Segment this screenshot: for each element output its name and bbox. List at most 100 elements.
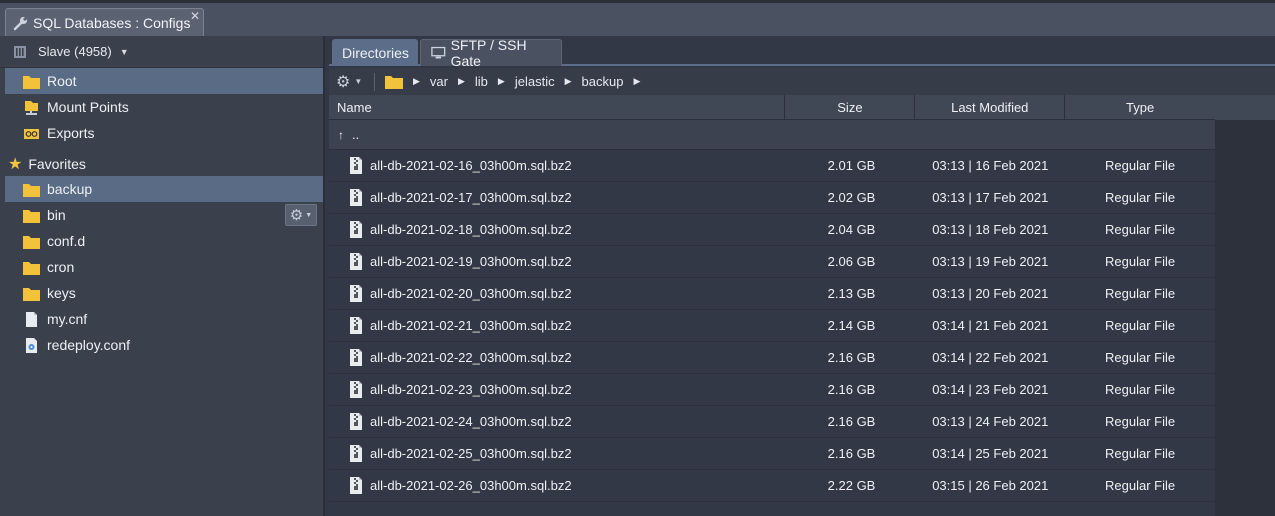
file-type: Regular File — [1105, 222, 1176, 237]
tree-item-mount-points[interactable]: Mount Points — [5, 94, 323, 120]
breadcrumb-separator-icon: ▶ — [633, 76, 641, 86]
window-tab-sql-configs[interactable]: SQL Databases : Configs ✕ — [5, 8, 204, 36]
chevron-down-icon: ▼ — [119, 46, 129, 57]
monitor-icon — [431, 46, 446, 59]
folder-icon — [23, 183, 40, 197]
breadcrumb-separator-icon: ▶ — [457, 76, 465, 86]
column-header-type[interactable]: Type — [1065, 95, 1215, 120]
column-header-size[interactable]: Size — [785, 95, 916, 120]
file-size: 2.16 GB — [827, 350, 876, 365]
tab-directories[interactable]: Directories — [332, 39, 418, 66]
file-type: Regular File — [1105, 318, 1176, 333]
actions-menu-button[interactable]: ⚙ ▼ — [336, 72, 370, 92]
tree-item-exports[interactable]: Exports — [5, 120, 323, 146]
file-size: 2.04 GB — [827, 222, 876, 237]
file-name: all-db-2021-02-22_03h00m.sql.bz2 — [370, 350, 572, 365]
favorite-item-keys[interactable]: keys — [5, 280, 323, 306]
tree-item-label: Root — [47, 73, 77, 89]
folder-icon — [23, 261, 40, 275]
file-row[interactable]: all-db-2021-02-19_03h00m.sql.bz2 2.06 GB 0… — [329, 246, 1215, 278]
favorite-item-redeploy-conf[interactable]: redeploy.conf — [5, 332, 323, 358]
favorite-item-bin[interactable]: bin ⚙ ▼ — [5, 202, 323, 228]
file-name-cell: all-db-2021-02-26_03h00m.sql.bz2 — [329, 477, 785, 494]
favorite-item-label: keys — [47, 285, 76, 301]
file-type: Regular File — [1105, 414, 1176, 429]
chevron-down-icon: ▼ — [305, 211, 313, 219]
tab-sftp-label: SFTP / SSH Gate — [450, 37, 527, 69]
file-type: Regular File — [1105, 286, 1176, 301]
wrench-icon — [13, 16, 28, 30]
file-row[interactable]: all-db-2021-02-20_03h00m.sql.bz2 2.13 GB 0… — [329, 278, 1215, 310]
breadcrumb-lib[interactable]: lib — [475, 74, 488, 89]
file-row[interactable]: all-db-2021-02-25_03h00m.sql.bz2 2.16 GB 0… — [329, 438, 1215, 470]
favorite-item-backup[interactable]: backup — [5, 176, 323, 202]
file-modified: 03:13 | 19 Feb 2021 — [932, 254, 1049, 269]
file-name-cell: all-db-2021-02-22_03h00m.sql.bz2 — [329, 349, 785, 366]
file-size: 2.06 GB — [827, 254, 876, 269]
breadcrumb-separator-icon: ▶ — [413, 76, 420, 86]
folder-icon[interactable] — [385, 74, 403, 89]
favorite-item-label: cron — [47, 259, 75, 275]
file-size: 2.16 GB — [827, 382, 876, 397]
favorite-item-cron[interactable]: cron — [5, 254, 323, 280]
archive-file-icon — [349, 381, 370, 398]
file-modified: 03:14 | 25 Feb 2021 — [932, 446, 1049, 461]
favorite-item-label: my.cnf — [47, 311, 88, 327]
file-grid-header: Name Size Last Modified Type — [329, 95, 1215, 120]
node-selector[interactable]: Slave (4958) ▼ — [0, 36, 323, 68]
tree-item-root[interactable]: Root — [5, 68, 323, 94]
config-file-icon — [26, 337, 37, 353]
breadcrumb-var[interactable]: var — [430, 74, 448, 89]
file-row[interactable]: all-db-2021-02-21_03h00m.sql.bz2 2.14 GB 0… — [329, 310, 1215, 342]
file-row[interactable]: all-db-2021-02-26_03h00m.sql.bz2 2.22 GB 0… — [329, 470, 1215, 502]
favorite-item-label: backup — [47, 181, 93, 197]
breadcrumb-backup[interactable]: backup — [582, 74, 624, 89]
file-modified: 03:15 | 26 Feb 2021 — [932, 478, 1049, 493]
tab-sftp-ssh-gate[interactable]: SFTP / SSH Gate — [420, 37, 562, 69]
archive-file-icon — [349, 445, 370, 462]
favorite-item-conf-d[interactable]: conf.d — [5, 228, 323, 254]
file-type: Regular File — [1105, 446, 1176, 461]
path-toolbar: ⚙ ▼ ▶ var ▶ lib ▶ jelastic ▶ backup ▶ — [329, 68, 1275, 95]
window-tab-title: SQL Databases : Configs — [33, 14, 191, 31]
file-size: 2.14 GB — [827, 318, 876, 333]
file-name-cell: all-db-2021-02-16_03h00m.sql.bz2 — [329, 157, 785, 174]
file-name: all-db-2021-02-16_03h00m.sql.bz2 — [370, 158, 572, 173]
left-panel: Slave (4958) ▼ Root Mount Points Exports… — [0, 36, 325, 516]
archive-file-icon — [349, 253, 370, 270]
favorite-item-my-cnf[interactable]: my.cnf — [5, 306, 323, 332]
file-name: all-db-2021-02-24_03h00m.sql.bz2 — [370, 414, 572, 429]
column-header-modified[interactable]: Last Modified — [915, 95, 1066, 120]
file-name: all-db-2021-02-25_03h00m.sql.bz2 — [370, 446, 572, 461]
file-type: Regular File — [1105, 158, 1176, 173]
item-actions-button[interactable]: ⚙ ▼ — [285, 204, 317, 226]
file-size: 2.01 GB — [827, 158, 876, 173]
breadcrumb: ▶ var ▶ lib ▶ jelastic ▶ backup ▶ — [385, 74, 650, 89]
archive-file-icon — [349, 413, 370, 430]
file-row[interactable]: all-db-2021-02-24_03h00m.sql.bz2 2.16 GB 0… — [329, 406, 1215, 438]
file-modified: 03:14 | 21 Feb 2021 — [932, 318, 1049, 333]
file-type: Regular File — [1105, 478, 1176, 493]
archive-file-icon — [349, 157, 370, 174]
file-size: 2.13 GB — [827, 286, 876, 301]
file-name: all-db-2021-02-23_03h00m.sql.bz2 — [370, 382, 572, 397]
file-row[interactable]: all-db-2021-02-23_03h00m.sql.bz2 2.16 GB 0… — [329, 374, 1215, 406]
file-row[interactable]: all-db-2021-02-22_03h00m.sql.bz2 2.16 GB 0… — [329, 342, 1215, 374]
archive-file-icon — [349, 477, 370, 494]
chevron-down-icon: ▼ — [354, 77, 363, 86]
archive-file-icon — [349, 221, 370, 238]
favorite-item-label: conf.d — [47, 233, 86, 249]
breadcrumb-jelastic[interactable]: jelastic — [515, 74, 555, 89]
archive-file-icon — [349, 285, 370, 302]
folder-icon — [23, 287, 40, 301]
file-name-cell: all-db-2021-02-19_03h00m.sql.bz2 — [329, 253, 785, 270]
star-icon: ★ — [8, 156, 23, 173]
file-row[interactable]: all-db-2021-02-18_03h00m.sql.bz2 2.04 GB 0… — [329, 214, 1215, 246]
close-icon[interactable]: ✕ — [190, 10, 200, 22]
file-modified: 03:14 | 22 Feb 2021 — [932, 350, 1049, 365]
parent-directory-row[interactable]: ↑ .. — [329, 120, 1215, 150]
column-header-name[interactable]: Name — [329, 95, 786, 120]
file-row[interactable]: all-db-2021-02-16_03h00m.sql.bz2 2.01 GB 0… — [329, 150, 1215, 182]
file-row[interactable]: all-db-2021-02-17_03h00m.sql.bz2 2.02 GB 0… — [329, 182, 1215, 214]
tree-item-label: Exports — [47, 125, 95, 141]
